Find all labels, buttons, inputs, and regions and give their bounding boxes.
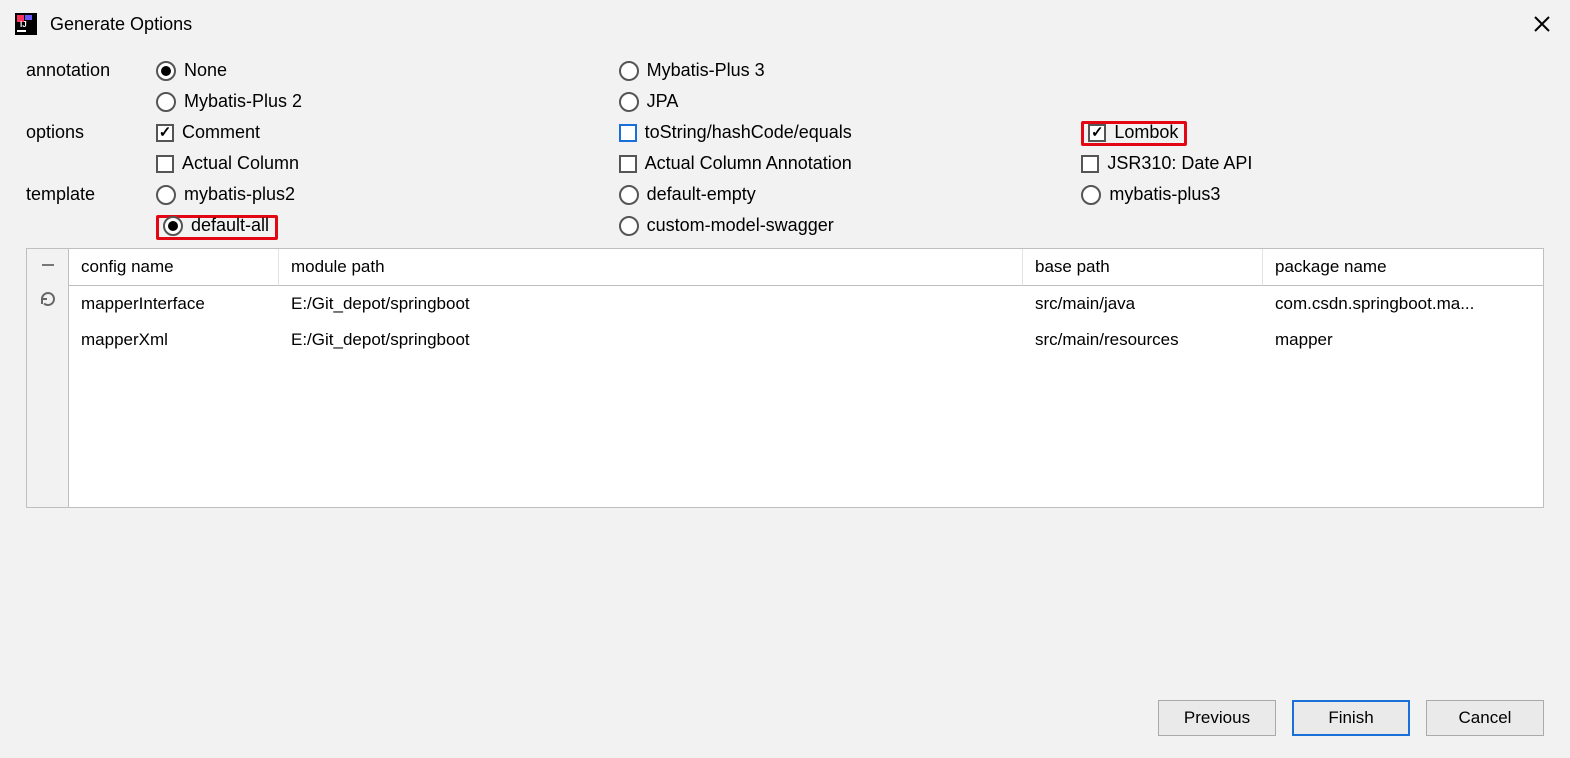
radio-label: default-empty — [647, 184, 756, 205]
svg-text:IJ: IJ — [20, 20, 27, 29]
radio-icon — [156, 92, 176, 112]
cancel-button[interactable]: Cancel — [1426, 700, 1544, 736]
titlebar: IJ Generate Options — [0, 0, 1570, 48]
checkbox-icon — [156, 155, 174, 173]
radio-icon — [619, 185, 639, 205]
col-module-path[interactable]: module path — [279, 249, 1023, 286]
checkbox-tostring[interactable]: toString/hashCode/equals — [619, 122, 1082, 143]
close-icon[interactable] — [1528, 10, 1556, 38]
radio-annotation-mybatis-plus-3[interactable]: Mybatis-Plus 3 — [619, 60, 1082, 81]
table-header: config name module path base path packag… — [69, 249, 1543, 286]
highlight-default-all: default-all — [156, 215, 278, 240]
checkbox-jsr310[interactable]: JSR310: Date API — [1081, 153, 1544, 174]
checkbox-label: toString/hashCode/equals — [645, 122, 852, 143]
config-table: config name module path base path packag… — [26, 248, 1544, 508]
radio-annotation-none[interactable]: None — [156, 60, 619, 81]
radio-icon — [156, 185, 176, 205]
checkbox-icon — [619, 155, 637, 173]
radio-icon — [1081, 185, 1101, 205]
cell-base-path: src/main/java — [1023, 286, 1263, 322]
table-main: config name module path base path packag… — [69, 249, 1543, 507]
col-base-path[interactable]: base path — [1023, 249, 1263, 286]
label-template: template — [26, 184, 156, 205]
checkbox-label: Actual Column — [182, 153, 299, 174]
checkbox-label: JSR310: Date API — [1107, 153, 1252, 174]
dialog-title: Generate Options — [50, 14, 1528, 35]
cell-package-name: mapper — [1263, 322, 1543, 358]
radio-icon — [619, 61, 639, 81]
table-row[interactable]: mapperInterface E:/Git_depot/springboot … — [69, 286, 1543, 322]
col-package-name[interactable]: package name — [1263, 249, 1543, 286]
checkbox-lombok[interactable]: Lombok — [1088, 122, 1178, 143]
radio-annotation-mybatis-plus-2[interactable]: Mybatis-Plus 2 — [156, 91, 619, 112]
cell-config-name: mapperXml — [69, 322, 279, 358]
label-annotation: annotation — [26, 60, 156, 81]
radio-template-custom-model-swagger[interactable]: custom-model-swagger — [619, 215, 1082, 236]
checkbox-label: Lombok — [1114, 122, 1178, 143]
table-row[interactable]: mapperXml E:/Git_depot/springboot src/ma… — [69, 322, 1543, 358]
checkbox-icon — [156, 124, 174, 142]
table-sidebar — [27, 249, 69, 507]
cell-config-name: mapperInterface — [69, 286, 279, 322]
cell-module-path: E:/Git_depot/springboot — [279, 286, 1023, 322]
previous-button[interactable]: Previous — [1158, 700, 1276, 736]
minus-icon[interactable] — [38, 255, 58, 275]
radio-annotation-jpa[interactable]: JPA — [619, 91, 1082, 112]
content-area: annotation None Mybatis-Plus 3 Mybatis-P… — [0, 48, 1570, 680]
finish-button[interactable]: Finish — [1292, 700, 1410, 736]
form-grid: annotation None Mybatis-Plus 3 Mybatis-P… — [26, 60, 1544, 236]
radio-icon — [619, 216, 639, 236]
col-config-name[interactable]: config name — [69, 249, 279, 286]
refresh-icon[interactable] — [38, 289, 58, 309]
radio-label: mybatis-plus2 — [184, 184, 295, 205]
checkbox-icon — [1081, 155, 1099, 173]
dialog-window: IJ Generate Options annotation None Myba… — [0, 0, 1570, 758]
radio-icon — [156, 61, 176, 81]
radio-label: Mybatis-Plus 2 — [184, 91, 302, 112]
checkbox-label: Comment — [182, 122, 260, 143]
checkbox-actual-column-annotation[interactable]: Actual Column Annotation — [619, 153, 1082, 174]
radio-label: JPA — [647, 91, 679, 112]
footer: Previous Finish Cancel — [0, 680, 1570, 758]
radio-label: Mybatis-Plus 3 — [647, 60, 765, 81]
radio-label: custom-model-swagger — [647, 215, 834, 236]
radio-template-default-all[interactable]: default-all — [163, 215, 269, 236]
radio-label: default-all — [191, 215, 269, 236]
intellij-icon: IJ — [14, 12, 38, 36]
radio-label: None — [184, 60, 227, 81]
checkbox-icon — [619, 124, 637, 142]
checkbox-comment[interactable]: Comment — [156, 122, 619, 143]
radio-template-default-empty[interactable]: default-empty — [619, 184, 1082, 205]
radio-label: mybatis-plus3 — [1109, 184, 1220, 205]
radio-template-mybatis-plus3[interactable]: mybatis-plus3 — [1081, 184, 1544, 205]
radio-icon — [163, 216, 183, 236]
cell-base-path: src/main/resources — [1023, 322, 1263, 358]
cell-module-path: E:/Git_depot/springboot — [279, 322, 1023, 358]
label-options: options — [26, 122, 156, 143]
checkbox-actual-column[interactable]: Actual Column — [156, 153, 619, 174]
highlight-lombok: Lombok — [1081, 121, 1187, 146]
radio-template-mybatis-plus2[interactable]: mybatis-plus2 — [156, 184, 619, 205]
radio-icon — [619, 92, 639, 112]
checkbox-label: Actual Column Annotation — [645, 153, 852, 174]
checkbox-icon — [1088, 124, 1106, 142]
cell-package-name: com.csdn.springboot.ma... — [1263, 286, 1543, 322]
